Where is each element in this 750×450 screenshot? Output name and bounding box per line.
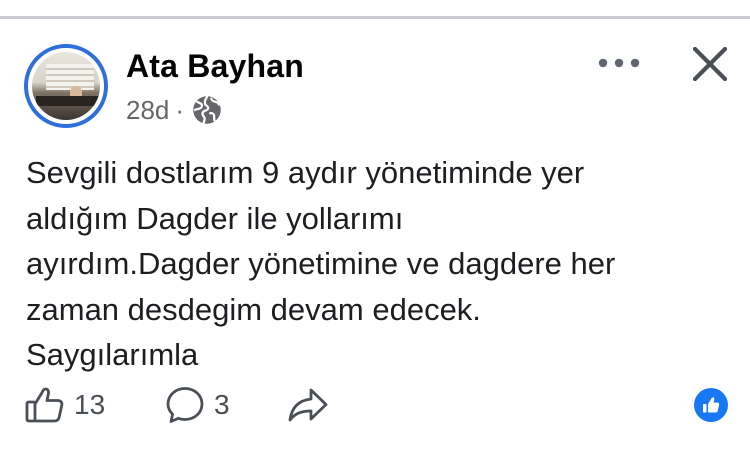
post-time[interactable]: 28d bbox=[126, 95, 169, 126]
top-divider bbox=[0, 16, 750, 19]
author-name[interactable]: Ata Bayhan bbox=[126, 46, 304, 86]
like-reaction-badge[interactable] bbox=[694, 388, 728, 422]
post-meta: 28d · bbox=[126, 94, 222, 126]
avatar-photo-desk bbox=[36, 96, 100, 106]
meta-separator: · bbox=[175, 94, 185, 125]
post-action-bar: 13 3 bbox=[0, 382, 750, 428]
comment-button[interactable]: 3 bbox=[164, 382, 230, 428]
close-button[interactable] bbox=[690, 44, 730, 84]
like-count: 13 bbox=[74, 389, 106, 420]
comment-bubble-icon bbox=[166, 387, 204, 423]
thumbs-up-icon bbox=[25, 387, 64, 423]
like-reaction-icon bbox=[703, 397, 720, 413]
avatar-photo-window bbox=[46, 64, 94, 90]
like-button[interactable]: 13 bbox=[24, 382, 105, 428]
author-avatar[interactable] bbox=[24, 44, 108, 128]
avatar-photo bbox=[32, 52, 100, 120]
close-icon bbox=[692, 46, 728, 82]
post-text: Sevgili dostlarım 9 aydır yönetiminde ye… bbox=[26, 155, 616, 372]
more-dots-icon bbox=[598, 58, 640, 68]
globe-icon[interactable] bbox=[192, 95, 222, 125]
share-arrow-icon bbox=[288, 388, 328, 422]
more-options-button[interactable] bbox=[596, 48, 642, 78]
share-button[interactable] bbox=[286, 382, 330, 428]
comment-count: 3 bbox=[214, 389, 230, 420]
